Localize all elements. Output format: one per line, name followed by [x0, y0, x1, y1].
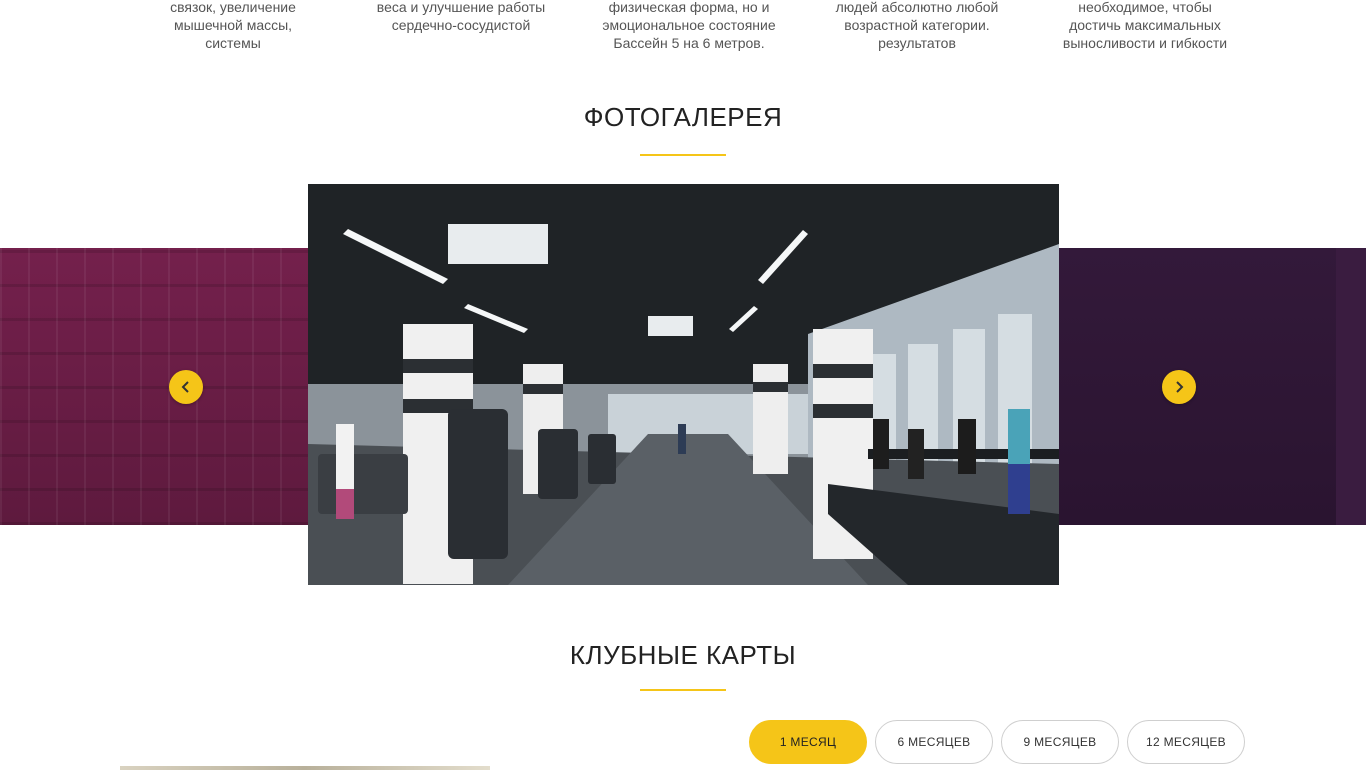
feature-line: достичь максимальных [1069, 17, 1221, 33]
gallery-prev-button[interactable] [169, 370, 203, 404]
feature-line: сердечно-сосудистой [391, 17, 531, 33]
tab-1-month[interactable]: 1 МЕСЯЦ [749, 720, 867, 764]
chevron-left-icon [181, 381, 189, 393]
feature-line: результатов [878, 35, 956, 51]
feature-text-1: связок, увеличение мышечной массы, систе… [133, 0, 333, 52]
tab-6-months[interactable]: 6 МЕСЯЦЕВ [875, 720, 993, 764]
feature-text-2: веса и улучшение работы сердечно-сосудис… [361, 0, 561, 34]
feature-line: возрастной категории. [844, 17, 990, 33]
club-card-image-edge [120, 766, 490, 770]
next-slide-edge [1336, 248, 1366, 525]
club-cards-title-underline [640, 689, 726, 691]
feature-line: веса и улучшение работы [376, 0, 546, 15]
next-slide-image [1059, 248, 1366, 525]
feature-text-4: людей абсолютно любой возрастной категор… [817, 0, 1017, 52]
gallery-title-underline [640, 154, 726, 156]
gallery-title: ФОТОГАЛЕРЕЯ [583, 102, 783, 132]
feature-line: связок, увеличение [170, 0, 296, 15]
gallery-next-slide[interactable] [1059, 248, 1366, 525]
feature-line: Бассейн 5 на 6 метров. [613, 35, 765, 51]
tab-9-months[interactable]: 9 МЕСЯЦЕВ [1001, 720, 1119, 764]
feature-line: физическая форма, но и [608, 0, 770, 15]
gym-photo [308, 184, 1059, 585]
feature-line: необходимое, чтобы [1078, 0, 1212, 15]
prev-slide-image [0, 248, 308, 525]
gallery-main-photo [308, 184, 1059, 585]
gallery-next-button[interactable] [1162, 370, 1196, 404]
tab-12-months[interactable]: 12 МЕСЯЦЕВ [1127, 720, 1245, 764]
feature-text-3: физическая форма, но и эмоциональное сос… [589, 0, 789, 52]
feature-line: выносливости и гибкости [1062, 35, 1228, 51]
club-cards-title: КЛУБНЫЕ КАРТЫ [569, 640, 797, 670]
feature-line: системы [205, 35, 261, 51]
feature-line: эмоциональное состояние [602, 17, 776, 33]
feature-line: мышечной массы, [173, 17, 293, 33]
gallery-prev-slide[interactable] [0, 248, 308, 525]
feature-line: людей абсолютно любой [835, 0, 999, 15]
chevron-right-icon [1176, 381, 1184, 393]
feature-text-5: необходимое, чтобы достичь максимальных … [1045, 0, 1245, 52]
features-row: связок, увеличение мышечной массы, систе… [0, 0, 1366, 60]
